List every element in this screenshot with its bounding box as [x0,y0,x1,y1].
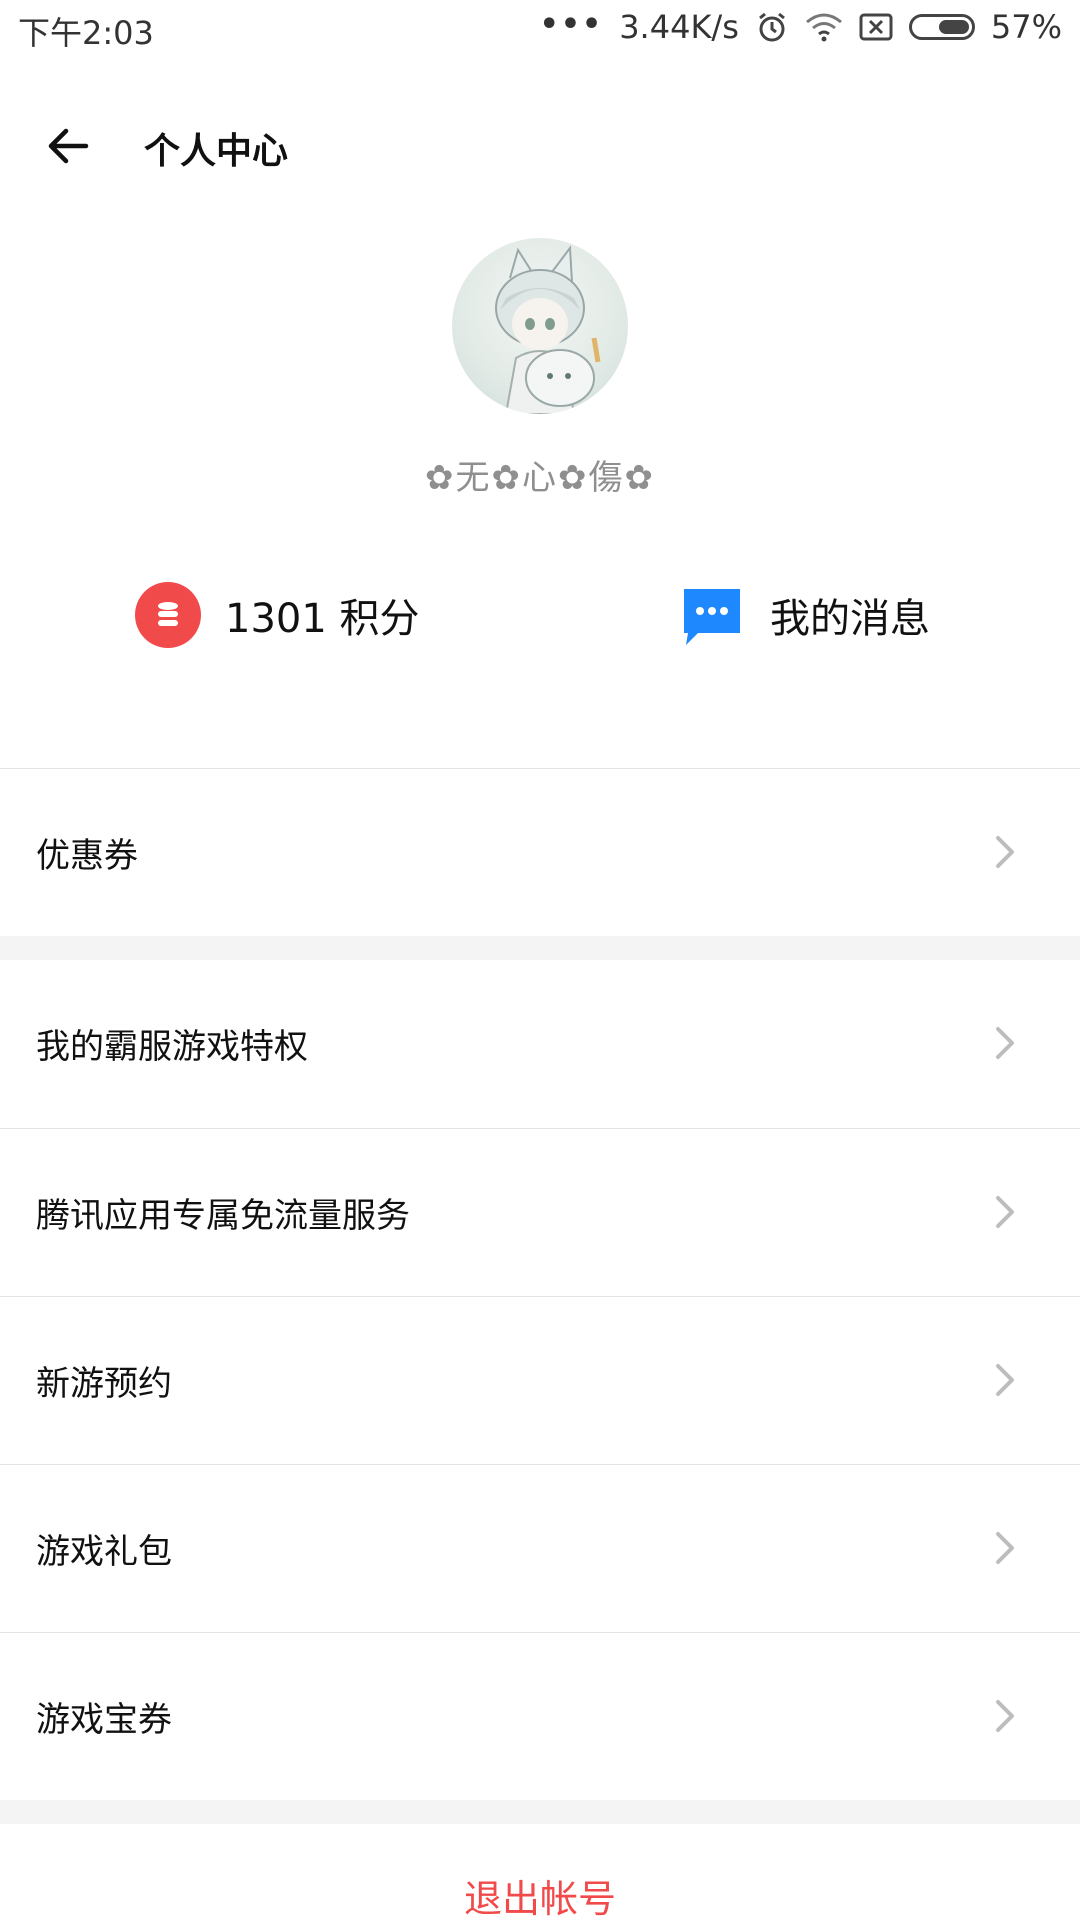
status-bar: 下午2:03 ••• 3.44K/s 57% [0,0,1080,64]
chevron-right-icon [996,1196,1014,1228]
status-more-dots: ••• [539,6,604,42]
user-nickname: ✿无✿心✿傷✿ [425,458,655,498]
logout-button[interactable]: 退出帐号 [0,1868,1080,1923]
wifi-icon [805,12,843,42]
menu-item-gift-pack[interactable]: 游戏礼包 [0,1465,1080,1631]
chevron-right-icon [996,1700,1014,1732]
menu-item-label: 腾讯应用专属免流量服务 [36,1195,410,1236]
menu-item-reservation[interactable]: 新游预约 [0,1297,1080,1463]
chevron-right-icon [996,1532,1014,1564]
avatar-illustration [495,245,601,414]
back-button[interactable] [40,118,96,174]
chevron-right-icon [996,836,1014,868]
chevron-right-icon [996,1364,1014,1396]
menu-item-vouchers[interactable]: 游戏宝券 [0,1633,1080,1799]
menu-item-free-data[interactable]: 腾讯应用专属免流量服务 [0,1129,1080,1295]
arrow-left-icon [48,128,89,164]
messages-label: 我的消息 [770,596,930,642]
menu-item-label: 我的霸服游戏特权 [36,1026,308,1067]
messages-entry[interactable]: 我的消息 [680,570,930,660]
menu-item-label: 优惠券 [36,835,138,876]
menu-item-label: 游戏宝券 [36,1699,172,1740]
app-header: 个人中心 [0,100,1080,190]
status-right: ••• 3.44K/s 57% [539,6,1062,47]
section-gap [0,936,1080,960]
status-time: 下午2:03 [18,14,154,52]
battery-percent: 57% [990,8,1062,46]
menu-item-label: 新游预约 [36,1363,172,1404]
alarm-icon [755,10,789,44]
points-value: 1301 积分 [225,596,420,642]
avatar[interactable] [452,238,628,414]
menu-item-label: 游戏礼包 [36,1531,172,1572]
menu-item-coupons[interactable]: 优惠券 [0,769,1080,935]
coins-icon [135,582,201,648]
page-title: 个人中心 [144,131,289,172]
points-entry[interactable]: 1301 积分 [135,570,420,660]
no-sim-icon [859,12,893,42]
network-speed: 3.44K/s [619,8,739,46]
chevron-right-icon [996,1027,1014,1059]
battery-icon [908,14,975,40]
chat-bubble-icon [684,589,740,645]
section-gap [0,1800,1080,1824]
menu-item-privilege[interactable]: 我的霸服游戏特权 [0,960,1080,1126]
